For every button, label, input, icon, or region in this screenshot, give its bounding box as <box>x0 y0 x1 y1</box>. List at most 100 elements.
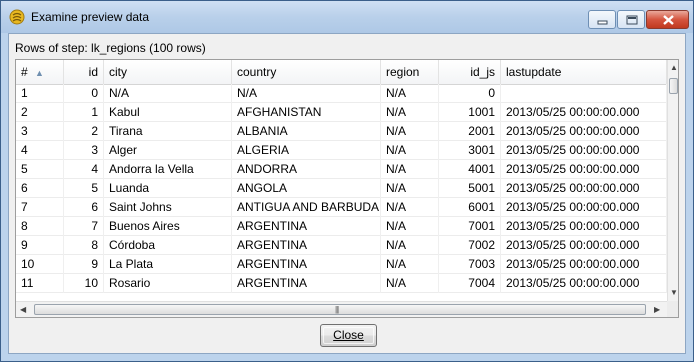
cell-city: Alger <box>104 141 232 160</box>
cell-city: N/A <box>104 84 232 103</box>
cell-city: Tirana <box>104 122 232 141</box>
cell-country: ANGOLA <box>232 179 381 198</box>
rows-label: Rows of step: lk_regions (100 rows) <box>15 41 206 55</box>
cell-country: ARGENTINA <box>232 217 381 236</box>
cell-id: 5 <box>64 179 104 198</box>
cell-id-js: 7001 <box>439 217 501 236</box>
cell-rownum: 8 <box>16 217 64 236</box>
cell-region: N/A <box>381 84 439 103</box>
grid-header: # ▲ id city country region id_js lastupd… <box>16 60 667 85</box>
cell-id: 9 <box>64 255 104 274</box>
table-row[interactable]: 5 4 Andorra la Vella ANDORRA N/A 4001 2013/05/… <box>16 160 667 179</box>
data-grid[interactable]: # ▲ id city country region id_js lastupd… <box>15 59 679 318</box>
column-header-id-js[interactable]: id_js <box>439 60 501 84</box>
cell-lastupdate: 2013/05/25 00:00:00.000 <box>501 198 667 217</box>
minimize-icon <box>597 20 608 25</box>
table-row[interactable]: 10 9 La Plata ARGENTINA N/A 7003 2013/05/25 00… <box>16 255 667 274</box>
cell-country: ARGENTINA <box>232 274 381 293</box>
cell-country: ARGENTINA <box>232 236 381 255</box>
scroll-down-arrow-icon[interactable]: ▼ <box>670 288 678 297</box>
cell-id: 2 <box>64 122 104 141</box>
cell-id: 7 <box>64 217 104 236</box>
cell-id-js: 4001 <box>439 160 501 179</box>
table-row[interactable]: 11 10 Rosario ARGENTINA N/A 7004 2013/05/25 00… <box>16 274 667 293</box>
cell-region: N/A <box>381 255 439 274</box>
scroll-corner <box>667 301 678 317</box>
column-header-city[interactable]: city <box>104 60 232 84</box>
cell-id-js: 2001 <box>439 122 501 141</box>
cell-rownum: 9 <box>16 236 64 255</box>
cell-lastupdate: 2013/05/25 00:00:00.000 <box>501 236 667 255</box>
cell-id-js: 7004 <box>439 274 501 293</box>
cell-id: 4 <box>64 160 104 179</box>
cell-country: ANDORRA <box>232 160 381 179</box>
cell-region: N/A <box>381 179 439 198</box>
minimize-button[interactable] <box>588 10 616 29</box>
vertical-scroll-thumb[interactable] <box>669 78 678 94</box>
cell-country: ANTIGUA AND BARBUDA <box>232 198 381 217</box>
column-header-id[interactable]: id <box>64 60 104 84</box>
cell-id: 0 <box>64 84 104 103</box>
window-title: Examine preview data <box>31 10 150 24</box>
title-bar[interactable]: Examine preview data <box>1 1 693 33</box>
cell-id-js: 7002 <box>439 236 501 255</box>
dialog-body: Rows of step: lk_regions (100 rows) # ▲ … <box>8 33 686 354</box>
cell-lastupdate: 2013/05/25 00:00:00.000 <box>501 160 667 179</box>
kettle-icon <box>9 9 25 25</box>
cell-country: AFGHANISTAN <box>232 103 381 122</box>
cell-lastupdate: 2013/05/25 00:00:00.000 <box>501 141 667 160</box>
table-row[interactable]: 2 1 Kabul AFGHANISTAN N/A 1001 2013/05/25 00:0… <box>16 103 667 122</box>
table-row[interactable]: 1 0 N/A N/A N/A 0 <box>16 84 667 103</box>
scroll-up-arrow-icon[interactable]: ▲ <box>670 63 678 72</box>
scroll-left-arrow-icon[interactable]: ◀ <box>20 305 26 314</box>
cell-rownum: 4 <box>16 141 64 160</box>
cell-lastupdate: 2013/05/25 00:00:00.000 <box>501 179 667 198</box>
table-row[interactable]: 3 2 Tirana ALBANIA N/A 2001 2013/05/25 00:00:0… <box>16 122 667 141</box>
column-header-region[interactable]: region <box>381 60 439 84</box>
cell-region: N/A <box>381 198 439 217</box>
cell-lastupdate: 2013/05/25 00:00:00.000 <box>501 103 667 122</box>
close-icon <box>663 15 674 25</box>
cell-lastupdate: 2013/05/25 00:00:00.000 <box>501 122 667 141</box>
cell-id: 6 <box>64 198 104 217</box>
cell-country: ALBANIA <box>232 122 381 141</box>
cell-city: Saint Johns <box>104 198 232 217</box>
cell-rownum: 3 <box>16 122 64 141</box>
horizontal-scrollbar[interactable]: ◀ ||| ▶ <box>16 301 667 317</box>
cell-id-js: 3001 <box>439 141 501 160</box>
cell-id: 10 <box>64 274 104 293</box>
cell-rownum: 6 <box>16 179 64 198</box>
scroll-right-arrow-icon[interactable]: ▶ <box>654 305 660 314</box>
table-row[interactable]: 8 7 Buenos Aires ARGENTINA N/A 7001 2013/05/25… <box>16 217 667 236</box>
table-row[interactable]: 7 6 Saint Johns ANTIGUA AND BARBUDA N/A 6001 2… <box>16 198 667 217</box>
cell-rownum: 5 <box>16 160 64 179</box>
cell-city: Andorra la Vella <box>104 160 232 179</box>
cell-region: N/A <box>381 274 439 293</box>
cell-lastupdate <box>501 84 667 103</box>
cell-lastupdate: 2013/05/25 00:00:00.000 <box>501 274 667 293</box>
table-row[interactable]: 9 8 Córdoba ARGENTINA N/A 7002 2013/05/25 00:0… <box>16 236 667 255</box>
close-window-button[interactable] <box>646 10 689 29</box>
cell-id: 3 <box>64 141 104 160</box>
sort-ascending-icon: ▲ <box>35 68 44 78</box>
cell-region: N/A <box>381 103 439 122</box>
cell-rownum: 11 <box>16 274 64 293</box>
cell-id: 8 <box>64 236 104 255</box>
cell-lastupdate: 2013/05/25 00:00:00.000 <box>501 255 667 274</box>
cell-country: ALGERIA <box>232 141 381 160</box>
table-row[interactable]: 6 5 Luanda ANGOLA N/A 5001 2013/05/25 00:00:00… <box>16 179 667 198</box>
horizontal-scroll-thumb[interactable]: ||| <box>34 304 646 315</box>
maximize-button[interactable] <box>617 10 645 29</box>
cell-city: Luanda <box>104 179 232 198</box>
close-button[interactable]: Close <box>320 324 377 347</box>
preview-window: Examine preview data Rows of step: lk_re… <box>0 0 694 362</box>
column-header-country[interactable]: country <box>232 60 381 84</box>
cell-id-js: 6001 <box>439 198 501 217</box>
vertical-scrollbar[interactable]: ▲ ▼ <box>667 60 678 301</box>
cell-city: Buenos Aires <box>104 217 232 236</box>
cell-city: Kabul <box>104 103 232 122</box>
column-header-lastupdate[interactable]: lastupdate <box>501 60 667 84</box>
table-row[interactable]: 4 3 Alger ALGERIA N/A 3001 2013/05/25 00:00:00… <box>16 141 667 160</box>
maximize-icon <box>626 15 638 25</box>
column-header-rownum[interactable]: # ▲ <box>16 60 64 84</box>
